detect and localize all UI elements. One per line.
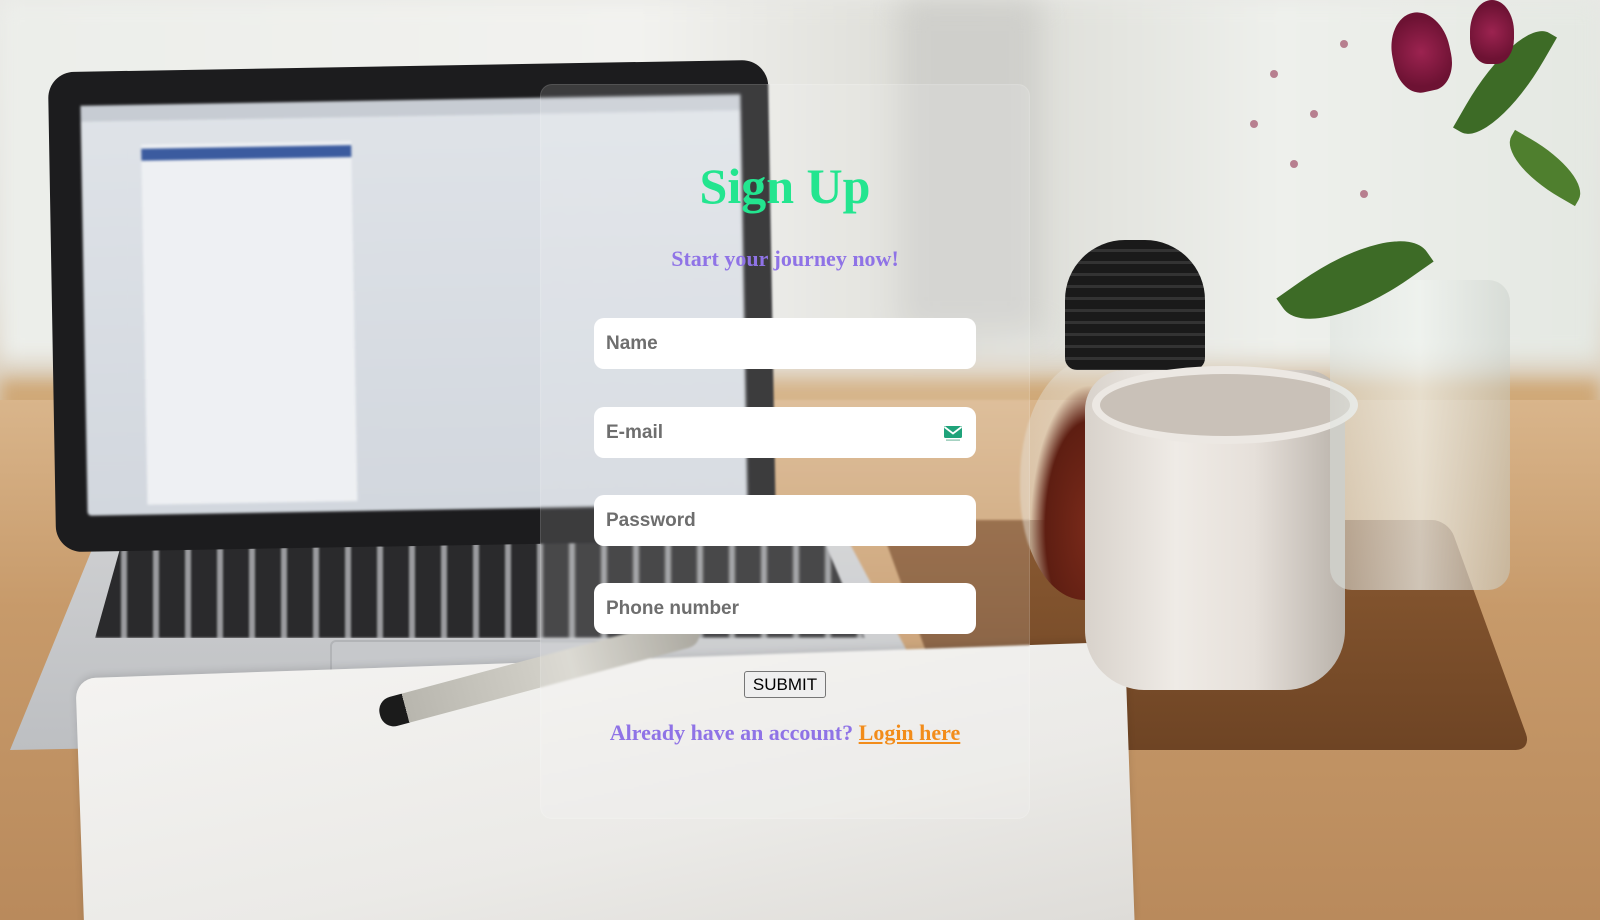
sprig-blossom (1310, 110, 1318, 118)
sprig-blossom (1360, 190, 1368, 198)
mug-rim (1092, 366, 1358, 444)
password-field[interactable] (594, 495, 976, 546)
phone-number-field[interactable] (594, 583, 976, 634)
signup-subtitle: Start your journey now! (671, 246, 899, 271)
signup-title: Sign Up (699, 158, 871, 214)
envelope-icon (943, 424, 963, 442)
submit-button[interactable]: SUBMIT (744, 671, 826, 698)
glass-vase (1330, 280, 1510, 590)
sprig-blossom (1270, 70, 1278, 78)
tulip-flower (1470, 0, 1514, 64)
signup-card: Sign Up Start your journey now! SUBMIT A… (540, 84, 1030, 819)
sprig-blossom (1340, 40, 1348, 48)
name-field[interactable] (594, 318, 976, 369)
login-link[interactable]: Login here (859, 720, 961, 745)
screen-panel (141, 141, 358, 505)
login-prompt-text: Already have an account? (609, 720, 854, 745)
bottle-cap (1065, 240, 1205, 370)
login-prompt: Already have an account? Login here (541, 719, 1029, 747)
email-field[interactable] (594, 407, 976, 458)
sprig-blossom (1250, 120, 1258, 128)
sprig-blossom (1290, 160, 1298, 168)
